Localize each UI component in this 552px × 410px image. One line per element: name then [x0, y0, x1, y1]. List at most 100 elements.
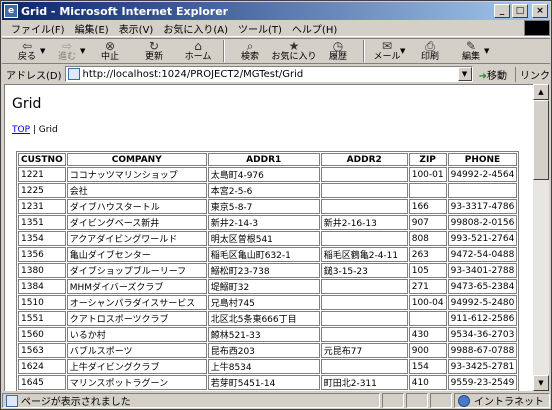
- cell-zip: 410: [408, 375, 447, 390]
- cell-addr2: [320, 295, 408, 310]
- table-row: 1380 ダイブショップブルーリーフ 鰯松町23-738 鎚3-15-23 105 93-…: [18, 263, 518, 278]
- links-button[interactable]: リンク: [515, 66, 550, 82]
- window-title: Grid - Microsoft Internet Explorer: [21, 4, 229, 18]
- col-zip-header: ZIP: [408, 153, 447, 166]
- table-row: 1510 オーシャンパラダイスサービス 兄島村745 100-04 94992-5-24…: [18, 295, 518, 310]
- dropdown-arrow-icon[interactable]: ▼: [400, 47, 408, 55]
- cell-addr2: [320, 167, 408, 182]
- toolbar-button-home[interactable]: ⌂ ホーム: [176, 39, 220, 63]
- grid-header-row: CUSTNO COMPANY ADDR1 ADDR2 ZIP PHONE: [18, 153, 518, 166]
- cell-phone: 94992-5-2480: [447, 295, 518, 310]
- go-button[interactable]: ➜移動: [479, 67, 507, 82]
- cell-custno: 1221: [18, 167, 66, 182]
- security-zone: イントラネット: [454, 393, 550, 408]
- page-title: Grid: [12, 96, 42, 112]
- cell-zip: 105: [408, 263, 447, 278]
- menu-edit[interactable]: 編集(E): [70, 21, 114, 36]
- cell-company: 会社: [66, 183, 207, 198]
- toolbar-button-search[interactable]: ⌕ 検索: [228, 39, 272, 63]
- cell-addr1: 鯨林521-33: [207, 327, 320, 342]
- cell-custno: 1624: [18, 359, 66, 374]
- cell-phone: 94992-2-4564: [447, 167, 518, 182]
- status-text: ページが表示されました: [21, 397, 131, 408]
- mail-icon: ✉: [381, 39, 393, 53]
- close-button[interactable]: ×: [532, 4, 548, 18]
- toolbar-button-print[interactable]: ⎙ 印刷: [408, 39, 452, 63]
- dropdown-arrow-icon[interactable]: ▼: [80, 47, 88, 55]
- menu-view[interactable]: 表示(V): [114, 21, 159, 36]
- cell-phone: 9988-67-0788: [447, 343, 518, 358]
- ie-icon[interactable]: e: [4, 4, 18, 18]
- scroll-thumb[interactable]: [533, 100, 549, 180]
- toolbar-label: 検索: [240, 52, 259, 62]
- cell-company: ダイブショップブルーリーフ: [66, 263, 207, 278]
- windows-logo-icon: [524, 20, 550, 36]
- menu-tools[interactable]: ツール(T): [233, 21, 287, 36]
- cell-addr1: 昆布西203: [207, 343, 320, 358]
- table-row: 1560 いるか村 鯨林521-33 430 9534-36-2703: [18, 327, 518, 342]
- title-bar[interactable]: e Grid - Microsoft Internet Explorer _ □…: [2, 2, 550, 20]
- cell-addr1: 北区北5条東666丁目: [207, 311, 320, 326]
- scroll-up-icon[interactable]: ▲: [533, 84, 549, 100]
- cell-phone: 9534-36-2703: [447, 327, 518, 342]
- breadcrumb-top-link[interactable]: TOP: [12, 125, 30, 135]
- toolbar-button-refresh[interactable]: ↻ 更新: [132, 39, 176, 63]
- address-url[interactable]: http://localhost:1024/PROJECT2/MGTest/Gr…: [83, 69, 458, 80]
- refresh-icon: ↻: [148, 39, 160, 53]
- table-row: 1624 上牛ダイビングクラブ 上牛8534 154 93-3425-2781: [18, 359, 518, 374]
- address-input[interactable]: http://localhost:1024/PROJECT2/MGTest/Gr…: [64, 66, 473, 82]
- cell-zip: 907: [408, 215, 447, 230]
- cell-addr1: 堤鰯町32: [207, 279, 320, 294]
- minimize-button[interactable]: _: [494, 4, 510, 18]
- address-dropdown-icon[interactable]: ▼: [457, 67, 472, 81]
- col-phone-header: PHONE: [447, 153, 518, 166]
- cell-zip: 100-01: [408, 167, 447, 182]
- toolbar-label: 更新: [144, 52, 163, 62]
- toolbar: ⇦ 戻る ▼ ⇨ 進む ▼ ⊗ 中止 ↻ 更新 ⌂ ホーム ⌕ 検索 ★ お気に入り ◷ 履歴 ✉ メール ▼ ⎙ 印刷 ✎ 編…: [2, 38, 550, 64]
- cell-company: クアトロスポーツクラブ: [66, 311, 207, 326]
- cell-phone: 99808-2-0156: [447, 215, 518, 230]
- cell-custno: 1560: [18, 327, 66, 342]
- print-icon: ⎙: [425, 39, 435, 53]
- back-arrow-icon: ⇦: [21, 39, 33, 53]
- toolbar-separator: [223, 40, 225, 62]
- cell-custno: 1645: [18, 375, 66, 390]
- status-bar: ページが表示されました イントラネット: [2, 392, 550, 409]
- table-row: 1563 バブルスポーツ 昆布西203 元昆布77 900 9988-67-0788: [18, 343, 518, 358]
- cell-addr1: 東京5-8-7: [207, 199, 320, 214]
- cell-addr1: 明太区曽根541: [207, 231, 320, 246]
- vertical-scrollbar[interactable]: ▲ ▼: [533, 84, 549, 391]
- col-company-header: COMPANY: [66, 153, 207, 166]
- toolbar-button-history[interactable]: ◷ 履歴: [316, 39, 360, 63]
- cell-zip: 808: [408, 231, 447, 246]
- stop-icon: ⊗: [104, 39, 116, 53]
- maximize-button[interactable]: □: [512, 4, 528, 18]
- toolbar-separator: [363, 40, 365, 62]
- table-row: 1354 アクアダイビングワールド 明太区曽根541 808 993-521-2764: [18, 231, 518, 246]
- scroll-down-icon[interactable]: ▼: [533, 375, 549, 391]
- breadcrumb: TOP | Grid: [12, 125, 58, 135]
- dropdown-arrow-icon[interactable]: ▼: [40, 47, 48, 55]
- favorites-icon: ★: [288, 39, 300, 53]
- cell-phone: 93-3425-2781: [447, 359, 518, 374]
- cell-phone: 93-3401-2788: [447, 263, 518, 278]
- dropdown-arrow-icon[interactable]: ▼: [484, 47, 492, 55]
- menu-favorites[interactable]: お気に入り(A): [158, 21, 233, 36]
- table-row: 1356 亀山ダイブセンター 稲毛区亀山町632-1 稲毛区鶴亀2-4-11 263 94…: [18, 247, 518, 262]
- menu-help[interactable]: ヘルプ(H): [287, 21, 342, 36]
- home-icon: ⌂: [194, 39, 202, 53]
- toolbar-button-favorites[interactable]: ★ お気に入り: [272, 39, 317, 63]
- menu-file[interactable]: ファイル(F): [6, 21, 70, 36]
- toolbar-label: 履歴: [328, 52, 347, 62]
- toolbar-button-stop[interactable]: ⊗ 中止: [88, 39, 132, 63]
- cell-phone: 993-521-2764: [447, 231, 518, 246]
- toolbar-label: メール: [373, 52, 401, 62]
- cell-addr1: 若芽町5451-14: [207, 375, 320, 390]
- cell-phone: 93-3317-4786: [447, 199, 518, 214]
- status-cell-empty: [430, 393, 452, 408]
- col-addr1-header: ADDR1: [207, 153, 320, 166]
- cell-addr2: [320, 231, 408, 246]
- cell-addr1: 新井2-14-3: [207, 215, 320, 230]
- cell-phone: [447, 183, 518, 198]
- cell-addr2: 鎚3-15-23: [320, 263, 408, 278]
